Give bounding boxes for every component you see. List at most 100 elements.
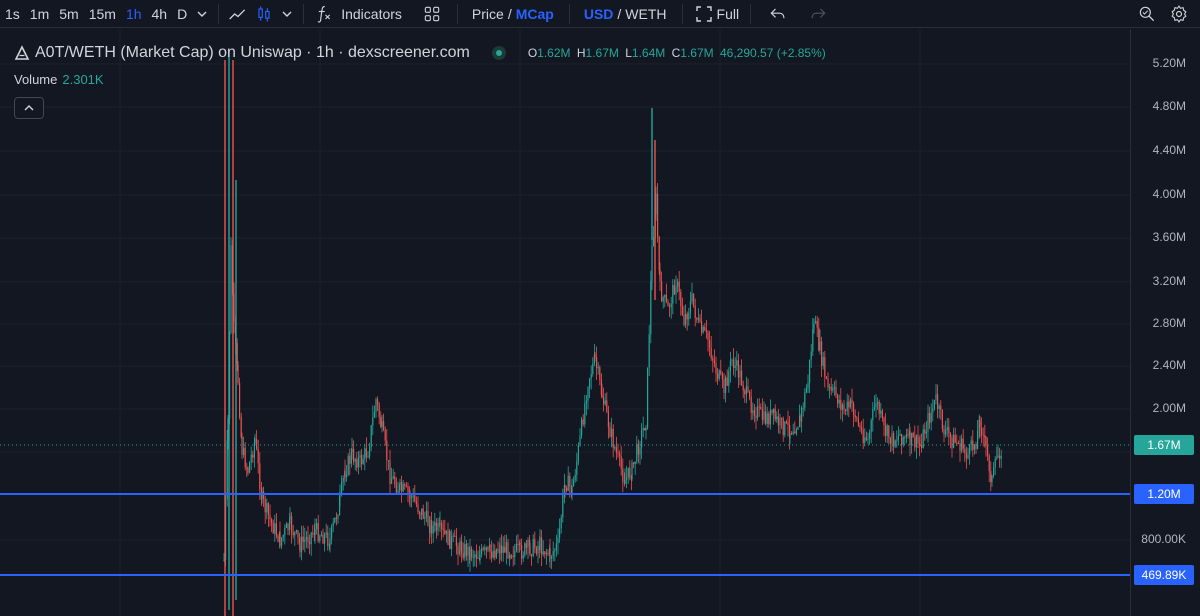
candle-body (392, 476, 394, 479)
candle-body (647, 367, 649, 428)
templates-grid-icon[interactable] (419, 0, 445, 28)
candle-body (576, 460, 578, 475)
candle-body (357, 457, 359, 468)
candle-body (973, 444, 975, 450)
interval-1m[interactable]: 1m (25, 0, 54, 28)
usd-weth-toggle[interactable]: USD / WETH (576, 0, 672, 28)
candle-body (291, 516, 293, 533)
price-mcap-toggle[interactable]: Price / MCap (464, 0, 559, 28)
candle-body (777, 416, 779, 426)
candle-body (395, 484, 397, 493)
candle-body (239, 383, 241, 417)
quick-search-icon[interactable] (1134, 0, 1160, 28)
candle-body (387, 460, 389, 462)
candle-body (577, 445, 579, 461)
candle-body (319, 536, 321, 541)
usd-label: USD (583, 5, 614, 22)
candle-body (956, 442, 958, 444)
candle-body (914, 437, 916, 448)
candle-body (310, 532, 312, 545)
candle-body (564, 485, 566, 488)
fullscreen-button[interactable]: Full (689, 0, 745, 28)
candle-body (909, 430, 911, 446)
price-chart-svg[interactable] (0, 29, 1130, 616)
mcap-label: MCap (515, 5, 554, 22)
candle-body (514, 550, 516, 557)
candle-body (487, 546, 489, 551)
candle-body (769, 409, 771, 425)
candle-body (511, 555, 513, 558)
candle-body (361, 455, 363, 464)
candle-body (585, 400, 587, 404)
candle-body (696, 317, 698, 320)
candle-body (988, 455, 990, 472)
candle-body (665, 294, 667, 302)
interval-d[interactable]: D (172, 0, 192, 28)
candle-body (641, 430, 643, 448)
candle-body (999, 455, 1001, 459)
symbol-title[interactable]: A0T/WETH (Market Cap) on Uniswap · 1h · … (35, 44, 470, 62)
candle-body (953, 434, 955, 449)
candle-body (861, 427, 863, 431)
function-fx-icon[interactable] (310, 0, 336, 28)
candle-body (712, 357, 714, 361)
candle-body (521, 545, 523, 559)
price-tick-label: 3.20M (1152, 274, 1186, 288)
candle-body (317, 522, 319, 541)
candle-body (864, 437, 866, 443)
toolbar-divider (681, 3, 683, 24)
candle-body (364, 448, 366, 460)
indicators-button[interactable]: Indicators (336, 0, 407, 28)
chart-type-chevron-icon[interactable] (277, 0, 297, 28)
candle-body (417, 504, 419, 513)
candle-body (589, 378, 591, 388)
candle-body (818, 327, 820, 351)
candle-body (442, 528, 444, 530)
candle-body (633, 462, 635, 465)
candle-body (263, 491, 265, 499)
candle-body (619, 453, 621, 456)
candle-body (295, 530, 297, 533)
candle-body (404, 484, 406, 486)
interval-4h[interactable]: 4h (147, 0, 173, 28)
candle-body (474, 554, 476, 557)
candle-body (269, 514, 271, 520)
candle-body (907, 434, 909, 436)
candle-body (662, 297, 664, 302)
candle-body (935, 394, 937, 400)
candle-body (694, 305, 696, 318)
candle-body (833, 387, 835, 389)
interval-5m[interactable]: 5m (54, 0, 83, 28)
interval-dropdown-chevron-icon[interactable] (192, 0, 212, 28)
price-tick-label: 800.00K (1141, 532, 1186, 546)
candle-body (845, 409, 847, 412)
candle-body (346, 474, 348, 477)
settings-gear-icon[interactable] (1166, 0, 1192, 28)
interval-1h[interactable]: 1h (121, 0, 147, 28)
candle-body (683, 314, 685, 325)
interval-15m[interactable]: 15m (84, 0, 121, 28)
candle-body (292, 532, 294, 536)
candle-body (274, 523, 276, 534)
candlestick-icon[interactable] (251, 0, 277, 28)
candle-body (661, 281, 663, 302)
line-chart-icon[interactable] (225, 0, 251, 28)
undo-icon[interactable] (765, 0, 791, 28)
candle-body (691, 293, 693, 302)
collapse-legend-button[interactable] (14, 97, 44, 119)
interval-1s[interactable]: 1s (0, 0, 25, 28)
candle-body (922, 429, 924, 448)
candle-body (736, 360, 738, 366)
toolbar-divider (218, 3, 220, 24)
candle-body (614, 447, 616, 449)
candle-body (314, 528, 316, 536)
candle-body (744, 390, 746, 395)
candle-body (237, 364, 239, 384)
candle-body (282, 534, 284, 538)
price-scale[interactable]: 5.20M 4.80M 4.40M 4.00M 3.60M 3.20M 2.80M 2.40M… (1130, 29, 1200, 616)
redo-icon[interactable] (805, 0, 831, 28)
candle-body (569, 475, 571, 487)
candle-body (797, 427, 799, 430)
candle-body (425, 510, 427, 518)
candle-body (342, 478, 344, 482)
